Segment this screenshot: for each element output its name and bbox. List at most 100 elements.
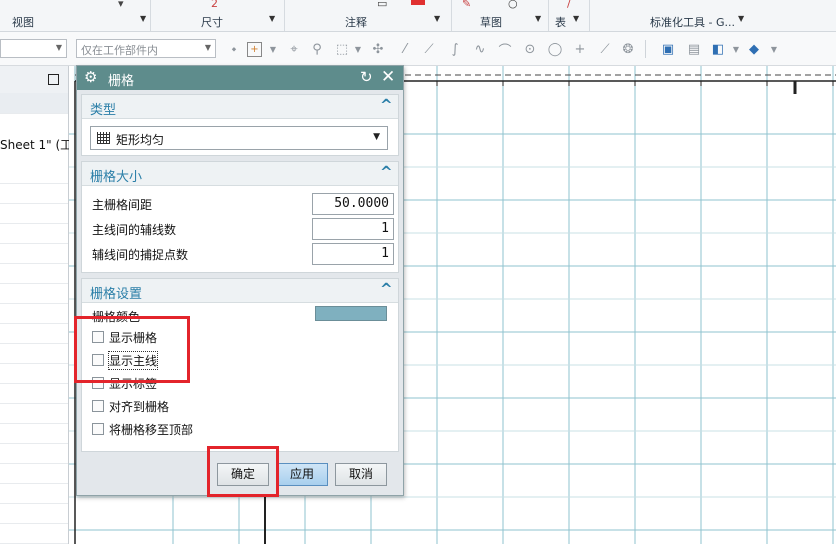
chevron-down-icon[interactable]: ▼: [738, 14, 744, 23]
line-icon[interactable]: ⁄: [397, 41, 413, 57]
list-item[interactable]: [0, 443, 68, 464]
list-item[interactable]: [0, 223, 68, 244]
collapse-icon[interactable]: ^: [380, 280, 393, 298]
list-item[interactable]: [0, 423, 68, 444]
ribbon-group-annotation[interactable]: ▭ 注释 ▼: [285, 0, 452, 31]
annotation-icon[interactable]: ▭: [377, 0, 387, 9]
list-item[interactable]: [0, 523, 68, 544]
collapse-icon[interactable]: ^: [380, 163, 393, 181]
close-icon[interactable]: ✕: [381, 67, 395, 87]
list-item[interactable]: [0, 283, 68, 304]
list-item[interactable]: [0, 503, 68, 524]
curve-icon[interactable]: ∫: [447, 41, 463, 57]
list-item[interactable]: [0, 363, 68, 384]
ribbon-group-standard-tools[interactable]: 标准化工具 - G... ▼: [590, 0, 770, 31]
chevron-down-icon[interactable]: ▼: [350, 41, 366, 57]
ribbon-group-sketch[interactable]: ✎ ○ 草图 ▼: [452, 0, 549, 31]
chevron-down-icon[interactable]: ▼: [766, 41, 782, 57]
collapse-icon[interactable]: ^: [380, 96, 393, 114]
grid-size-section-header[interactable]: 栅格大小 ^: [82, 162, 398, 186]
layer-icon[interactable]: ▤: [686, 41, 702, 57]
list-item[interactable]: [0, 203, 68, 224]
grid-settings-section-header[interactable]: 栅格设置 ^: [82, 279, 398, 303]
chevron-down-icon[interactable]: ▼: [56, 43, 62, 52]
grid-type-dropdown[interactable]: 矩形均匀 ▼: [90, 126, 388, 150]
maximize-icon[interactable]: [48, 74, 59, 85]
dropdown-arrow-icon[interactable]: ▼: [373, 132, 380, 142]
color-icon[interactable]: [411, 0, 425, 5]
circle-icon[interactable]: ◯: [547, 41, 563, 57]
dropdown-arrow-icon[interactable]: ▾: [118, 0, 124, 9]
circle-center-icon[interactable]: ⊙: [522, 41, 538, 57]
list-item[interactable]: [0, 483, 68, 504]
list-item[interactable]: [0, 463, 68, 484]
major-spacing-input[interactable]: 50.0000: [312, 193, 394, 215]
ribbon-group-label: 标准化工具 - G...: [650, 16, 735, 29]
sketch-icon[interactable]: ✎: [462, 0, 471, 9]
chevron-down-icon[interactable]: ▼: [573, 14, 579, 23]
filter-icon[interactable]: ⬩: [226, 41, 242, 57]
list-item[interactable]: [0, 403, 68, 424]
grid-to-top-label[interactable]: 将栅格移至顶部: [109, 421, 193, 438]
slash-icon[interactable]: ⟋: [597, 41, 613, 57]
chevron-down-icon[interactable]: ▼: [535, 14, 541, 23]
list-item[interactable]: [0, 263, 68, 284]
window-icon[interactable]: ◧: [710, 41, 726, 57]
list-item[interactable]: [0, 383, 68, 404]
circle-icon[interactable]: ○: [508, 0, 518, 9]
snap-to-grid-checkbox[interactable]: [92, 400, 104, 412]
chevron-down-icon[interactable]: ▼: [140, 14, 146, 23]
grid-to-top-checkbox[interactable]: [92, 423, 104, 435]
gear-icon[interactable]: ⚙: [84, 68, 97, 86]
type-filter-combo[interactable]: ▼: [0, 39, 67, 58]
type-section-header[interactable]: 类型 ^: [82, 95, 398, 119]
list-item[interactable]: [0, 303, 68, 324]
ribbon-group-label: 注释: [345, 16, 367, 29]
snap-end-icon[interactable]: ⚲: [309, 41, 325, 57]
minor-lines-input[interactable]: 1: [312, 218, 394, 240]
apply-button[interactable]: 应用: [276, 463, 328, 486]
highlight-box-ok-button: [207, 446, 279, 497]
snap-to-grid-label[interactable]: 对齐到栅格: [109, 398, 169, 415]
dimension-icon[interactable]: 2: [211, 0, 218, 9]
grid-color-swatch[interactable]: [315, 306, 387, 321]
box-select-icon[interactable]: ⬚: [334, 41, 350, 57]
chevron-down-icon[interactable]: ▼: [205, 43, 211, 52]
chevron-down-icon[interactable]: ▼: [728, 41, 744, 57]
section-title: 栅格设置: [90, 287, 143, 302]
major-spacing-label: 主栅格间距: [92, 198, 153, 212]
toolbar-separator: [645, 40, 646, 58]
list-item[interactable]: [0, 243, 68, 264]
selection-toolbar: ▼ 仅在工作部件内 ▼ ⬩ + ▼ ⌖ ⚲ ⬚ ▼ ✣ ⁄ ⟋ ∫ ∿ ⌒ ⊙ …: [0, 32, 836, 66]
arc-icon[interactable]: ⌒: [497, 41, 513, 59]
chevron-down-icon[interactable]: ▼: [265, 41, 281, 57]
chevron-down-icon[interactable]: ▼: [269, 14, 275, 23]
list-item[interactable]: [0, 183, 68, 204]
line-end-icon[interactable]: ⟋: [421, 41, 437, 57]
chevron-down-icon[interactable]: ▼: [434, 14, 440, 23]
dialog-titlebar[interactable]: ⚙ 栅格 ↻ ✕: [77, 66, 403, 90]
view-select-icon[interactable]: ▣: [660, 41, 676, 57]
ribbon-group-table[interactable]: / 表 ▼: [549, 0, 590, 31]
section-title: 栅格大小: [90, 170, 143, 185]
snap-point-icon[interactable]: ⌖: [286, 41, 302, 57]
snap-point-icon[interactable]: ❂: [620, 41, 636, 57]
crosshair-icon[interactable]: +: [572, 41, 588, 57]
list-item[interactable]: [0, 323, 68, 344]
cancel-button[interactable]: 取消: [335, 463, 387, 486]
list-item[interactable]: [0, 163, 68, 184]
snap-grid-icon[interactable]: ✣: [370, 41, 386, 57]
snap-points-input[interactable]: 1: [312, 243, 394, 265]
spline-icon[interactable]: ∿: [472, 41, 488, 57]
table-icon[interactable]: /: [567, 0, 571, 9]
snap-to-grid-checkbox-row[interactable]: 对齐到栅格: [90, 397, 290, 417]
list-item[interactable]: [0, 343, 68, 364]
sheet-node-label[interactable]: Sheet 1" (工: [0, 136, 72, 153]
grid-to-top-checkbox-row[interactable]: 将栅格移至顶部: [90, 420, 290, 440]
ribbon-group-view[interactable]: 视图 ▼ ▾: [0, 0, 151, 31]
selection-scope-combo[interactable]: 仅在工作部件内 ▼: [76, 39, 216, 58]
ribbon-group-dimension[interactable]: 2 尺寸 ▼: [151, 0, 285, 31]
display-mode-icon[interactable]: ◆: [746, 41, 762, 57]
snap-add-icon[interactable]: +: [247, 42, 262, 57]
reset-icon[interactable]: ↻: [360, 68, 373, 86]
